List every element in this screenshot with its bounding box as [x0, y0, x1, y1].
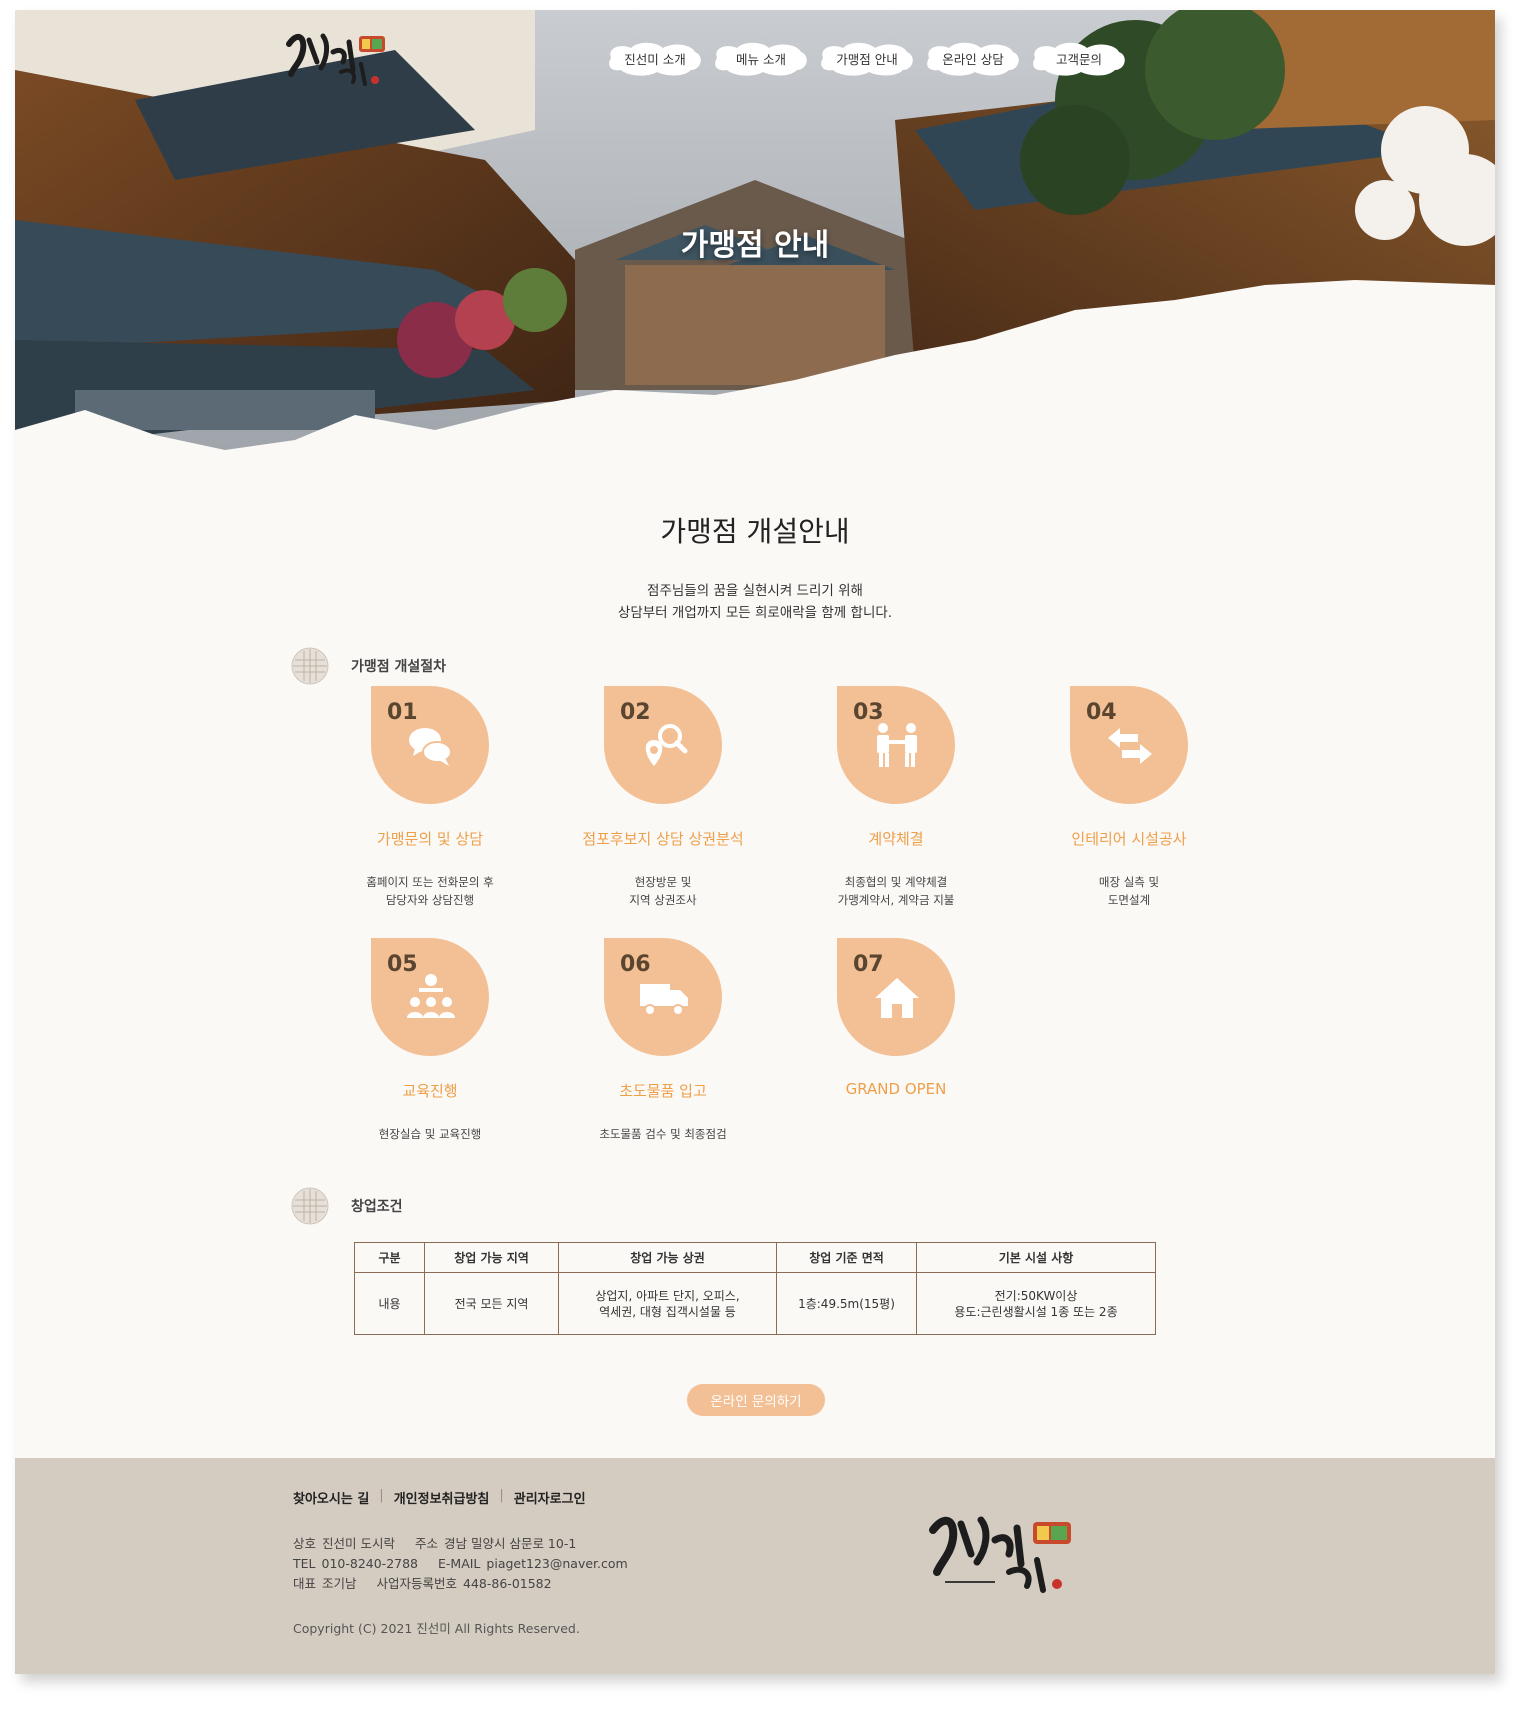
info-label: 상호 [293, 1536, 317, 1551]
step-badge: 02 [604, 686, 722, 804]
footer-link-separator: | [379, 1488, 384, 1503]
table-header: 창업 가능 상권 [558, 1242, 777, 1273]
truck-icon [640, 984, 688, 1016]
table-header: 창업 기준 면적 [776, 1242, 917, 1273]
step-title: 교육진행 [402, 1082, 458, 1100]
footer-info-line: 상호 진선미 도시락 주소 경남 밀양시 삼문로 10-1 [293, 1534, 644, 1554]
step-badge: 07 [837, 938, 955, 1056]
table-cell: 전국 모든 지역 [424, 1272, 559, 1335]
info-label: 대표 [293, 1576, 317, 1591]
step-description: 초도물품 검수 및 최종점검 [599, 1127, 727, 1141]
step-title: 점포후보지 상담 상권분석 [582, 830, 744, 848]
company-tel: 010-8240-2788 [321, 1556, 419, 1571]
step-item: 07 GRAND OPEN [781, 938, 1011, 1122]
step-item: 01 가맹문의 및 상담 홈페이지 또는 전화문의 후 담당자와 상담진행 [315, 686, 545, 909]
nav-label: 메뉴 소개 [736, 51, 786, 67]
copyright: Copyright (C) 2021 진선미 All Rights Reserv… [293, 1621, 580, 1636]
lattice-emblem-icon [291, 647, 329, 685]
company-ceo: 조기남 [322, 1576, 357, 1591]
step-title: 가맹문의 및 상담 [376, 830, 484, 848]
chat-bubbles-icon [409, 728, 452, 766]
subtitle-line: 상담부터 개업까지 모든 희로애락을 함께 합니다. [617, 605, 893, 621]
footer-info-line: 대표 조기남 사업자등록번호 448-86-01582 [293, 1574, 644, 1594]
footer: 찾아오시는 길 | 개인정보취급방침 | 관리자로그인 상호 진선미 도시락 주소… [15, 1458, 1495, 1674]
info-label: 주소 [414, 1536, 438, 1551]
step-item: 03 계약체결 최종협의 및 계약체결 가맹계약서, 계약금 지불 [781, 686, 1011, 909]
nav-item-contact[interactable]: 고객문의 [1029, 36, 1129, 80]
process-heading: 가맹점 개설절차 [291, 647, 446, 685]
step-badge: 03 [837, 686, 955, 804]
table-cell: 상업지, 아파트 단지, 오피스, 역세권, 대형 집객시설물 등 [558, 1272, 777, 1335]
step-badge: 06 [604, 938, 722, 1056]
step-title: 인테리어 시설공사 [1071, 830, 1187, 848]
business-number: 448-86-01582 [463, 1576, 552, 1591]
table-header: 창업 가능 지역 [424, 1242, 559, 1273]
step-description: 최종협의 및 계약체결 가맹계약서, 계약금 지불 [837, 875, 955, 907]
nav-label: 고객문의 [1055, 51, 1102, 67]
table-cell: 1층:49.5m(15평) [776, 1272, 917, 1335]
section-subtitle: 점주님들의 꿈을 실현시켜 드리기 위해 상담부터 개업까지 모든 희로애락을 … [15, 580, 1495, 624]
handshake-icon [877, 723, 917, 767]
step-badge: 01 [371, 686, 489, 804]
nav-item-franchise[interactable]: 가맹점 안내 [817, 36, 917, 80]
company-address: 경남 밀양시 삼문로 10-1 [444, 1536, 577, 1551]
footer-link-separator: | [499, 1488, 504, 1503]
info-label: TEL [293, 1556, 316, 1571]
step-item: 04 인테리어 시설공사 매장 실측 및 도면설계 [1014, 686, 1244, 909]
footer-info-line: TEL 010-8240-2788 E-MAIL piaget123@naver.c… [293, 1554, 644, 1574]
step-item: 02 점포후보지 상담 상권분석 현장방문 및 지역 상권조사 [548, 686, 778, 909]
step-badge: 05 [371, 938, 489, 1056]
nav-label: 온라인 상담 [942, 51, 1004, 67]
nav-item-intro[interactable]: 진선미 소개 [605, 36, 705, 80]
subtitle-line: 점주님들의 꿈을 실현시켜 드리기 위해 [647, 583, 863, 599]
info-label: 사업자등록번호 [376, 1576, 458, 1591]
table-header: 구분 [354, 1242, 425, 1273]
footer-link-directions[interactable]: 찾아오시는 길 [293, 1488, 369, 1507]
footer-link-admin-login[interactable]: 관리자로그인 [514, 1488, 586, 1507]
lattice-emblem-icon [291, 1187, 329, 1225]
step-title: 계약체결 [868, 830, 924, 848]
process-heading-label: 가맹점 개설절차 [351, 659, 447, 675]
nav-label: 진선미 소개 [624, 51, 686, 67]
step-title: GRAND OPEN [845, 1080, 947, 1098]
table-cell: 내용 [354, 1272, 425, 1335]
main-nav: 진선미 소개 메뉴 소개 가맹점 안내 온라인 상담 고객문의 [605, 36, 1129, 80]
footer-links: 찾아오시는 길 | 개인정보취급방침 | 관리자로그인 [293, 1488, 586, 1507]
table-header: 기본 시설 사항 [916, 1242, 1156, 1273]
step-description: 홈페이지 또는 전화문의 후 담당자와 상담진행 [366, 875, 494, 907]
table-row: 내용 전국 모든 지역 상업지, 아파트 단지, 오피스, 역세권, 대형 집객… [354, 1272, 1156, 1335]
footer-company-info: 상호 진선미 도시락 주소 경남 밀양시 삼문로 10-1 TEL 010-8240-… [293, 1534, 644, 1594]
page-title: 가맹점 개설안내 [660, 510, 849, 550]
step-item: 05 교육진행 현장실습 및 교육진행 [315, 938, 545, 1143]
nav-item-online-consult[interactable]: 온라인 상담 [923, 36, 1023, 80]
page-frame: 진선미 소개 메뉴 소개 가맹점 안내 온라인 상담 고객문의 가맹점 안내 가… [15, 10, 1495, 1674]
nav-label: 가맹점 안내 [836, 51, 898, 67]
conditions-heading: 창업조건 [291, 1187, 403, 1225]
online-inquiry-button[interactable]: 온라인 문의하기 [687, 1384, 825, 1416]
info-label: E-MAIL [438, 1556, 481, 1571]
table-header-row: 구분 창업 가능 지역 창업 가능 상권 창업 기준 면적 기본 시설 사항 [354, 1242, 1156, 1273]
step-description: 매장 실측 및 도면설계 [1098, 875, 1160, 907]
footer-brand-logo [929, 1516, 1071, 1593]
section-header: 가맹점 개설안내 점주님들의 꿈을 실현시켜 드리기 위해 상담부터 개업까지 … [15, 510, 1495, 624]
nav-item-menu[interactable]: 메뉴 소개 [711, 36, 811, 80]
table-cell: 전기:50KW이상 용도:근린생활시설 1종 또는 2종 [916, 1272, 1156, 1335]
step-description: 현장실습 및 교육진행 [378, 1127, 482, 1141]
conditions-heading-label: 창업조건 [351, 1199, 403, 1215]
house-icon [875, 978, 919, 1018]
step-title: 초도물품 입고 [619, 1082, 707, 1100]
step-item: 06 초도물품 입고 초도물품 검수 및 최종점검 [548, 938, 778, 1143]
company-email: piaget123@naver.com [486, 1556, 628, 1571]
map-search-icon [645, 724, 688, 766]
step-description: 현장방문 및 지역 상권조사 [629, 875, 697, 907]
hero-banner: 진선미 소개 메뉴 소개 가맹점 안내 온라인 상담 고객문의 가맹점 안내 [15, 10, 1495, 460]
brand-logo[interactable] [283, 22, 393, 88]
hero-title: 가맹점 안내 [680, 228, 830, 263]
exchange-arrows-icon [1108, 728, 1152, 764]
training-icon [407, 974, 455, 1018]
step-badge: 04 [1070, 686, 1188, 804]
conditions-table: 구분 창업 가능 지역 창업 가능 상권 창업 기준 면적 기본 시설 사항 내… [354, 1242, 1156, 1335]
company-name: 진선미 도시락 [322, 1536, 395, 1551]
footer-link-privacy[interactable]: 개인정보취급방침 [394, 1488, 490, 1507]
